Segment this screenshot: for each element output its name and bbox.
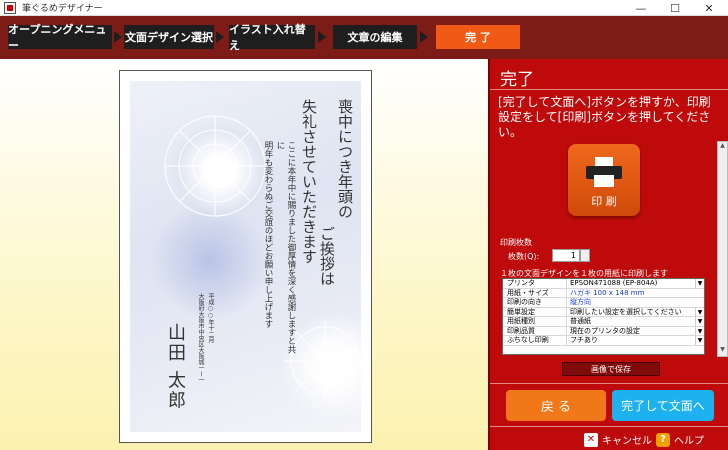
card-body-text-2: 明年も変わらぬご交誼のほどお願い申し上げます bbox=[263, 141, 273, 328]
save-as-image-button[interactable]: 画像で保存 bbox=[562, 362, 660, 376]
control-panel: 完了 [完了して文面へ]ボタンを押すか、印刷設定をして[印刷]ボタンを押してくだ… bbox=[488, 59, 728, 450]
copies-section-label: 印刷枚数 bbox=[500, 238, 532, 247]
chevron-down-icon[interactable]: ▼ bbox=[695, 307, 704, 316]
step-arrow-icon bbox=[420, 31, 428, 43]
step-arrow-icon bbox=[216, 31, 224, 43]
chevron-down-icon[interactable]: ▼ bbox=[695, 279, 704, 288]
chrysanthemum-icon bbox=[164, 115, 266, 217]
minimize-icon[interactable]: — bbox=[626, 0, 656, 16]
chevron-down-icon[interactable]: ▼ bbox=[695, 317, 704, 326]
step-bar: オープニングメニュー 文面デザイン選択 イラスト入れ替え 文章の編集 完 了 bbox=[0, 16, 728, 59]
settings-row[interactable]: ふちなし印刷 フチあり ▼ bbox=[503, 336, 704, 346]
card-body-text-1: ここに本年中に賜りました御厚情を深く感謝しますと共に bbox=[275, 141, 296, 354]
step-illustration-replace[interactable]: イラスト入れ替え bbox=[229, 23, 315, 52]
preview-area: 喪中につき年頭の ご挨拶は 失礼させていただきます ここに本年中に賜りました御厚… bbox=[0, 59, 488, 450]
print-settings-table: プリンタ EPSON471088 (EP-804A) ▼ 用紙・サイズ ハガキ 100… bbox=[502, 278, 705, 355]
back-button[interactable]: 戻 る bbox=[506, 390, 606, 421]
card-date-text: 平成○○年十二月 bbox=[207, 293, 214, 343]
divider bbox=[490, 89, 728, 90]
app-icon bbox=[4, 1, 16, 14]
scroll-down-icon[interactable]: ▼ bbox=[718, 346, 727, 356]
title-bar: 筆ぐるめデザイナー — ☐ ✕ bbox=[0, 0, 728, 16]
maximize-icon[interactable]: ☐ bbox=[660, 0, 690, 16]
settings-row[interactable]: 印刷品質 現在のプリンタの設定 ▼ bbox=[503, 326, 704, 336]
cancel-link[interactable]: ✕ キャンセル bbox=[584, 432, 652, 447]
step-opening-menu[interactable]: オープニングメニュー bbox=[8, 23, 112, 52]
divider bbox=[490, 426, 728, 427]
printer-icon bbox=[586, 157, 622, 187]
step-text-edit[interactable]: 文章の編集 bbox=[333, 25, 417, 49]
close-icon[interactable]: ✕ bbox=[694, 0, 724, 16]
divider bbox=[490, 383, 728, 384]
card-address: 大阪府大阪市中央区大阪城一ー一 bbox=[197, 293, 204, 383]
finish-to-text-button[interactable]: 完了して文面へ bbox=[612, 390, 714, 421]
scroll-up-icon[interactable]: ▲ bbox=[718, 142, 727, 152]
step-arrow-icon bbox=[114, 31, 122, 43]
help-label: ヘルプ bbox=[674, 436, 704, 447]
close-icon: ✕ bbox=[584, 432, 598, 447]
copies-label: 枚数(Q): bbox=[508, 252, 540, 261]
postcard-preview: 喪中につき年頭の ご挨拶は 失礼させていただきます ここに本年中に賜りました御厚… bbox=[119, 70, 372, 443]
cancel-label: キャンセル bbox=[602, 436, 652, 447]
print-button-label: 印 刷 bbox=[591, 195, 617, 208]
settings-row[interactable]: 用紙・サイズ ハガキ 100 x 148 mm bbox=[503, 288, 704, 298]
card-sender-name: 山田 太郎 bbox=[165, 323, 186, 411]
instruction-text: [完了して文面へ]ボタンを押すか、印刷設定をして[印刷]ボタンを押してください。 bbox=[498, 95, 711, 139]
panel-title: 完了 bbox=[500, 70, 534, 90]
copies-input[interactable]: 1 bbox=[552, 249, 580, 262]
card-main-text-1: 喪中につき年頭の bbox=[336, 99, 354, 219]
step-complete[interactable]: 完 了 bbox=[436, 25, 520, 49]
step-design-select[interactable]: 文面デザイン選択 bbox=[124, 25, 214, 49]
window-title: 筆ぐるめデザイナー bbox=[22, 4, 103, 14]
copies-stepper[interactable] bbox=[580, 249, 590, 262]
card-design: 喪中につき年頭の ご挨拶は 失礼させていただきます ここに本年中に賜りました御厚… bbox=[130, 81, 361, 432]
settings-row[interactable]: 印刷の向き 縦方向 bbox=[503, 298, 704, 308]
settings-row[interactable]: プリンタ EPSON471088 (EP-804A) ▼ bbox=[503, 279, 704, 289]
help-link[interactable]: ? ヘルプ bbox=[656, 432, 704, 447]
settings-row[interactable]: 簡単設定 印刷したい設定を選択してください ▼ bbox=[503, 307, 704, 317]
panel-scrollbar[interactable]: ▲ ▼ bbox=[717, 141, 728, 357]
help-icon: ? bbox=[656, 432, 670, 447]
card-main-text-3: 失礼させていただきます bbox=[300, 99, 318, 264]
chevron-down-icon[interactable]: ▼ bbox=[695, 326, 704, 335]
card-main-text-2: ご挨拶は bbox=[318, 226, 336, 286]
print-button[interactable]: 印 刷 bbox=[568, 144, 640, 216]
settings-row[interactable]: 用紙種別 普通紙 ▼ bbox=[503, 317, 704, 327]
step-arrow-icon bbox=[318, 31, 326, 43]
chevron-down-icon[interactable]: ▼ bbox=[695, 336, 704, 345]
